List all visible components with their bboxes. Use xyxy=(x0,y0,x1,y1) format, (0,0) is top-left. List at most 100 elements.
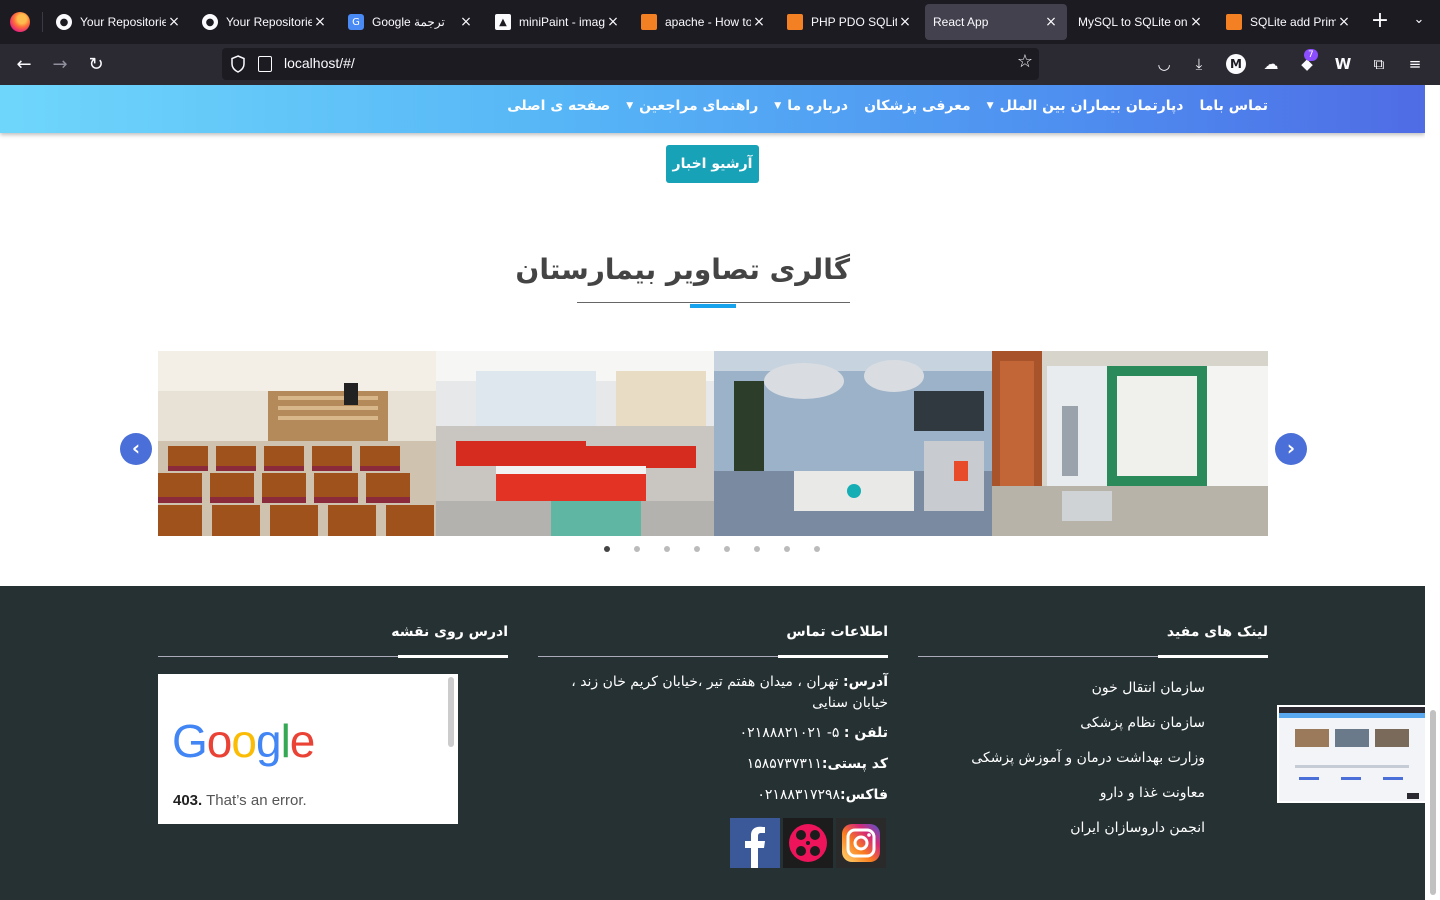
browser-tab-5[interactable]: apache - How to × xyxy=(633,4,775,40)
title-accent-bar xyxy=(690,304,736,308)
main-menu: صفحه ی اصلی راهنمای مراجعین▼ درباره ما▼ … xyxy=(507,85,1268,133)
extensions-puzzle-icon[interactable]: ⧉ xyxy=(1369,54,1389,74)
close-icon[interactable]: × xyxy=(312,14,328,30)
close-icon[interactable]: × xyxy=(1043,14,1059,30)
tab-title: Your Repositories xyxy=(80,15,166,29)
tab-title: SQLite add Primary xyxy=(1250,15,1336,29)
carousel-dot[interactable] xyxy=(754,546,760,552)
nav-item-about[interactable]: درباره ما ▼ xyxy=(774,85,848,114)
phone-label: تلفن : xyxy=(843,725,888,741)
forward-button[interactable]: → xyxy=(47,52,73,78)
back-button[interactable]: ← xyxy=(11,52,37,78)
nav-label: درباره ما xyxy=(787,98,849,114)
fax-label: فاکس: xyxy=(840,787,888,803)
contact-address: آدرس: تهران ، میدان هفتم تیر ،خیابان کری… xyxy=(538,672,888,714)
news-archive-button[interactable]: آرشیو اخبار xyxy=(666,145,759,183)
page-viewport: صفحه ی اصلی راهنمای مراجعین▼ درباره ما▼ … xyxy=(0,85,1440,900)
gallery-carousel[interactable] xyxy=(158,351,1268,536)
firefox-menu-icon[interactable] xyxy=(10,12,30,32)
footer-link[interactable]: سازمان انتقال خون xyxy=(1092,680,1205,696)
close-icon[interactable]: × xyxy=(1336,14,1352,30)
nav-label: دپارتمان بیماران بین الملل xyxy=(999,98,1184,114)
browser-tab-4[interactable]: ▲ miniPaint - image editor × xyxy=(487,4,629,40)
carousel-dot[interactable] xyxy=(814,546,820,552)
carousel-dot[interactable] xyxy=(604,546,610,552)
browser-tab-3[interactable]: G Google ترجمة × xyxy=(340,4,482,40)
tab-title: apache - How to xyxy=(665,15,751,29)
site-footer: لینک های مفید سازمان انتقال خون سازمان ن… xyxy=(0,586,1425,900)
list-all-tabs-chevron-icon[interactable]: ⌄ xyxy=(1408,12,1430,32)
close-icon[interactable]: × xyxy=(897,14,913,30)
map-embed[interactable]: Google 403. That’s an error. xyxy=(158,674,458,824)
contact-phone: تلفن : ۵- ۰۲۱۸۸۸۲۱۰۲۱ xyxy=(538,723,888,744)
carousel-dot[interactable] xyxy=(784,546,790,552)
slide-operating-room[interactable] xyxy=(714,351,992,536)
carousel-dot[interactable] xyxy=(694,546,700,552)
tab-separator xyxy=(42,12,43,32)
footer-link[interactable]: معاونت غذا و دارو xyxy=(1100,785,1205,801)
tracking-shield-icon[interactable] xyxy=(230,55,246,73)
close-icon[interactable]: × xyxy=(751,14,767,30)
browser-tab-8[interactable]: MySQL to SQLite online × xyxy=(1070,4,1212,40)
slide-patient-ward[interactable] xyxy=(436,351,714,536)
close-icon[interactable]: × xyxy=(1188,14,1204,30)
bookmark-star-icon[interactable]: ☆ xyxy=(1017,51,1033,72)
url-bar[interactable]: localhost/#/ ☆ xyxy=(222,48,1039,80)
caret-down-icon: ▼ xyxy=(626,101,634,111)
carousel-prev-button[interactable]: ‹ xyxy=(120,433,152,465)
browser-tab-9[interactable]: SQLite add Primary × xyxy=(1218,4,1360,40)
extension-w-icon[interactable]: W xyxy=(1333,54,1353,74)
postal-value: ۱۵۸۵۷۳۷۳۱۱ xyxy=(746,756,822,772)
browser-tab-6[interactable]: PHP PDO SQLite × xyxy=(779,4,921,40)
new-tab-button[interactable]: + xyxy=(1368,10,1392,34)
extension-m-icon[interactable]: M xyxy=(1226,54,1246,74)
carousel-dot[interactable] xyxy=(664,546,670,552)
map-error-message: 403. That’s an error. xyxy=(173,792,307,809)
page-info-icon[interactable] xyxy=(258,56,272,72)
aparat-icon[interactable] xyxy=(783,818,833,868)
error-code: 403. xyxy=(173,792,203,809)
url-text[interactable]: localhost/#/ xyxy=(284,55,355,71)
slide-conference-hall[interactable] xyxy=(158,351,436,536)
error-text: That’s an error. xyxy=(206,792,307,809)
nav-item-contact[interactable]: تماس باما xyxy=(1199,85,1268,114)
carousel-next-button[interactable]: › xyxy=(1275,433,1307,465)
browser-tab-2[interactable]: ● Your Repositories × xyxy=(194,4,336,40)
slide-pharmacy[interactable] xyxy=(992,351,1268,536)
picture-in-picture-window[interactable] xyxy=(1277,705,1427,803)
reload-button[interactable]: ↻ xyxy=(83,52,109,78)
github-icon: ● xyxy=(56,14,72,30)
useful-links-heading: لینک های مفید xyxy=(1166,624,1268,640)
title-underline xyxy=(577,302,850,303)
carousel-dot[interactable] xyxy=(634,546,640,552)
footer-link[interactable]: انجمن داروسازان ایران xyxy=(1070,820,1205,836)
facebook-icon[interactable] xyxy=(730,818,780,868)
nav-item-international[interactable]: دپارتمان بیماران بین الملل ▼ xyxy=(987,85,1184,114)
browser-tab-active[interactable]: React App × xyxy=(925,4,1067,40)
extension-cloud-icon[interactable]: ☁ xyxy=(1261,54,1281,74)
nav-item-guide[interactable]: راهنمای مراجعین ▼ xyxy=(626,85,758,114)
conference-hall-image xyxy=(158,351,436,536)
stackoverflow-icon xyxy=(641,14,657,30)
browser-tab-1[interactable]: ● Your Repositories × xyxy=(48,4,190,40)
close-icon[interactable]: × xyxy=(458,14,474,30)
footer-link[interactable]: سازمان نظام پزشکی xyxy=(1080,715,1205,731)
tab-title: MySQL to SQLite online xyxy=(1078,15,1188,29)
page-scrollbar[interactable] xyxy=(1425,85,1440,900)
gallery-title: گالری تصاویر بیمارستان xyxy=(515,253,850,286)
nav-item-home[interactable]: صفحه ی اصلی xyxy=(507,85,610,114)
instagram-icon[interactable] xyxy=(836,818,886,868)
hamburger-menu-icon[interactable]: ≡ xyxy=(1405,54,1425,74)
nav-item-doctors[interactable]: معرفی پزشکان xyxy=(864,85,971,114)
pocket-icon[interactable]: ◡ xyxy=(1154,54,1174,74)
browser-toolbar: ← → ↻ localhost/#/ ☆ ◡ ⤓ M ☁ ◆ 7 W ⧉ ≡ xyxy=(0,44,1440,85)
scrollbar-thumb[interactable] xyxy=(1430,710,1436,895)
close-icon[interactable]: × xyxy=(166,14,182,30)
map-scrollbar[interactable] xyxy=(448,677,454,747)
carousel-dot[interactable] xyxy=(724,546,730,552)
stackoverflow-icon xyxy=(787,14,803,30)
map-heading: ادرس روی نقشه xyxy=(391,624,508,640)
downloads-icon[interactable]: ⤓ xyxy=(1189,54,1209,74)
close-icon[interactable]: × xyxy=(605,14,621,30)
footer-link[interactable]: وزارت بهداشت درمان و آموزش پزشکی xyxy=(971,750,1205,766)
